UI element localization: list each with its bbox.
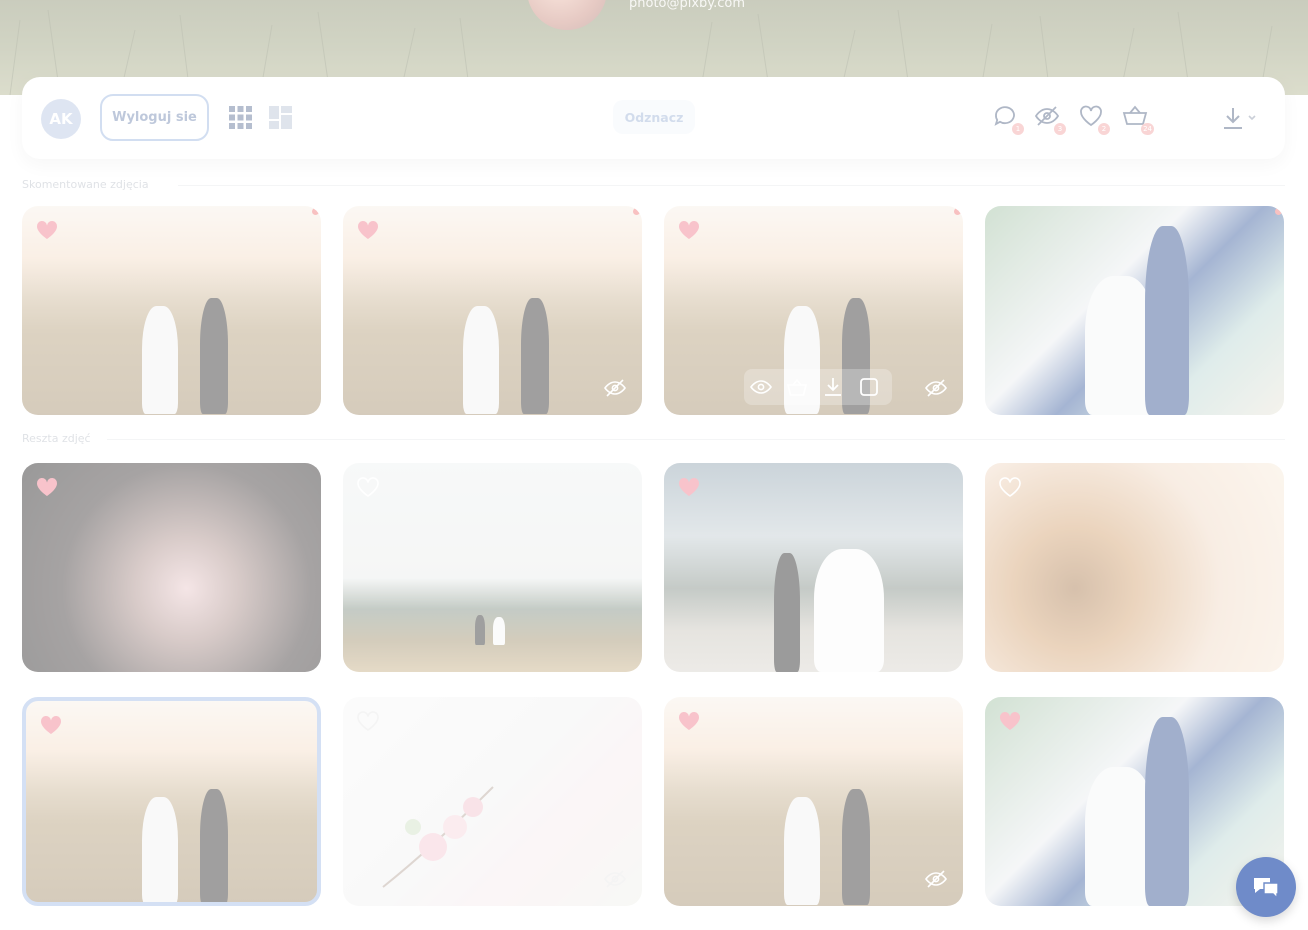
heart-filled-icon[interactable]: [40, 715, 62, 735]
photo-card[interactable]: [22, 206, 321, 415]
eye-off-icon[interactable]: [925, 868, 947, 890]
section-divider: [107, 439, 1285, 440]
comment-dot: [954, 208, 961, 215]
comment-dot: [312, 208, 319, 215]
photo-card[interactable]: [343, 463, 642, 672]
photo-credit: photo@pixby.com: [629, 0, 746, 11]
photo-card[interactable]: [985, 463, 1284, 672]
photo-card[interactable]: [985, 206, 1284, 415]
groom-figure: [842, 789, 870, 905]
comments-badge: 1: [1012, 123, 1024, 135]
eye-off-icon[interactable]: [925, 377, 947, 399]
bride-figure: [814, 549, 884, 672]
photo-card[interactable]: [664, 697, 963, 906]
groom-figure: [1145, 226, 1189, 415]
mosaic-view-icon[interactable]: [269, 106, 292, 129]
groom-figure: [200, 298, 228, 414]
bride-figure: [463, 306, 499, 414]
heart-filled-icon[interactable]: [678, 711, 700, 731]
bride-figure: [784, 797, 820, 905]
heart-filled-icon[interactable]: [678, 477, 700, 497]
photo-card[interactable]: [343, 206, 642, 415]
eye-icon[interactable]: [750, 376, 772, 398]
favorites-filter[interactable]: 2: [1078, 103, 1110, 135]
chat-button[interactable]: [1236, 857, 1296, 917]
hidden-badge: 3: [1054, 123, 1066, 135]
eye-off-icon[interactable]: [604, 868, 626, 890]
photo-card[interactable]: [664, 206, 963, 415]
heart-filled-icon[interactable]: [36, 220, 58, 240]
chat-icon: [1254, 878, 1279, 900]
download-icon[interactable]: [822, 376, 844, 398]
download-menu[interactable]: [1222, 106, 1258, 132]
gallery-toolbar: AK Wyloguj sie Odznacz 1 3 2 24: [22, 77, 1285, 159]
chevron-down-icon: [1248, 115, 1256, 121]
bride-figure: [142, 797, 178, 902]
hidden-filter[interactable]: 3: [1034, 103, 1066, 135]
photo-card-selected[interactable]: [22, 697, 321, 906]
heart-outline-icon[interactable]: [357, 711, 379, 731]
grid-view-icon[interactable]: [229, 106, 252, 129]
bride-figure: [493, 617, 505, 645]
groom-figure: [475, 615, 485, 645]
basket-badge: 24: [1141, 123, 1154, 135]
section-divider: [178, 185, 1285, 186]
groom-figure: [1145, 717, 1189, 906]
photo-card[interactable]: [664, 463, 963, 672]
deselect-button[interactable]: Odznacz: [613, 100, 695, 134]
section-title-rest: Reszta zdjęć: [22, 432, 91, 445]
heart-filled-icon[interactable]: [357, 220, 379, 240]
logout-button[interactable]: Wyloguj sie: [100, 94, 209, 141]
bride-figure: [142, 306, 178, 414]
basket-filter[interactable]: 24: [1122, 103, 1154, 135]
groom-figure: [521, 298, 549, 414]
heart-outline-icon[interactable]: [357, 477, 379, 497]
user-avatar[interactable]: AK: [41, 99, 81, 139]
comments-filter[interactable]: 1: [992, 103, 1024, 135]
blossom-branch: [382, 786, 494, 888]
select-checkbox-icon[interactable]: [858, 376, 880, 398]
eye-off-icon[interactable]: [604, 377, 626, 399]
heart-filled-icon[interactable]: [678, 220, 700, 240]
basket-icon[interactable]: [786, 376, 808, 398]
photo-card[interactable]: [22, 463, 321, 672]
download-icon: [1224, 108, 1242, 129]
photo-card[interactable]: [343, 697, 642, 906]
groom-figure: [774, 553, 800, 672]
heart-outline-icon[interactable]: [999, 477, 1021, 497]
groom-figure: [200, 789, 228, 902]
photo-actions-bar: [744, 369, 892, 405]
heart-filled-icon[interactable]: [999, 711, 1021, 731]
comment-dot: [1275, 208, 1282, 215]
favorites-badge: 2: [1098, 123, 1110, 135]
section-title-commented: Skomentowane zdjęcia: [22, 178, 149, 191]
heart-filled-icon[interactable]: [36, 477, 58, 497]
comment-dot: [633, 208, 640, 215]
